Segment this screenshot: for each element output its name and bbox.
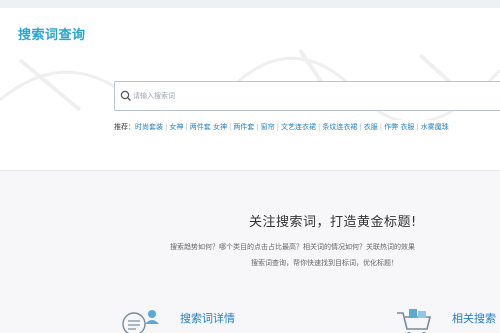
tag-separator: | (185, 123, 188, 131)
tag-link[interactable]: 条纹连衣裙 (322, 123, 357, 131)
feature-title-search-detail: 搜索词详情 (180, 312, 235, 325)
tag-separator: | (228, 123, 232, 131)
tag-link[interactable]: 两件套 (233, 123, 254, 131)
tag-separator: | (379, 123, 383, 131)
tag-link[interactable]: 两件套 女神 (190, 123, 227, 131)
tag-link[interactable]: 女神 (169, 123, 183, 131)
search-box[interactable] (114, 81, 500, 111)
tags-label: 推荐： (114, 123, 135, 131)
tag-link[interactable]: 时尚套装 (135, 123, 163, 131)
main-section: 关注搜索词，打造黄金标题! 搜索趋势如何？哪个类目的点击占比最高？相关词的情况如… (0, 171, 500, 333)
tag-link[interactable]: 水雾魔珠 (421, 123, 449, 131)
tag-separator: | (276, 123, 280, 131)
main-headline: 关注搜索词，打造黄金标题! (249, 215, 417, 230)
tag-link[interactable]: 窗帘 (261, 123, 275, 131)
tag-link[interactable]: 作弊 衣服 (384, 123, 414, 131)
tag-link[interactable]: 衣服 (364, 123, 378, 131)
tag-separator: | (416, 123, 419, 131)
feature-search-detail[interactable]: 搜索词详情 (120, 304, 260, 333)
description-line-2: 搜索词查询，帮你快速找到目标词，优化标题！ (251, 259, 398, 267)
shopping-cart-icon (397, 309, 432, 333)
search-input[interactable] (133, 86, 500, 106)
tag-separator: | (165, 123, 168, 131)
recommended-tags: 推荐：时尚套装 | 女神 | 两件套 女神 | 两件套 | 窗帘 | 文艺连衣裙 | 条纹连衣裙 | 衣服 |… (114, 122, 500, 134)
search-detail-icon (122, 310, 159, 333)
search-icon (120, 90, 131, 101)
tag-separator: | (318, 123, 321, 131)
tag-separator: | (256, 123, 259, 131)
feature-title-related-search: 相关搜索 (452, 312, 496, 325)
description-line-1: 搜索趋势如何？哪个类目的点击占比最高？相关词的情况如何？关联热词的效果 (170, 243, 415, 251)
tag-link[interactable]: 文艺连衣裙 (281, 123, 316, 131)
tag-separator: | (359, 123, 362, 131)
feature-related-search[interactable]: 相关搜索 (395, 304, 500, 333)
top-bar (0, 0, 500, 8)
